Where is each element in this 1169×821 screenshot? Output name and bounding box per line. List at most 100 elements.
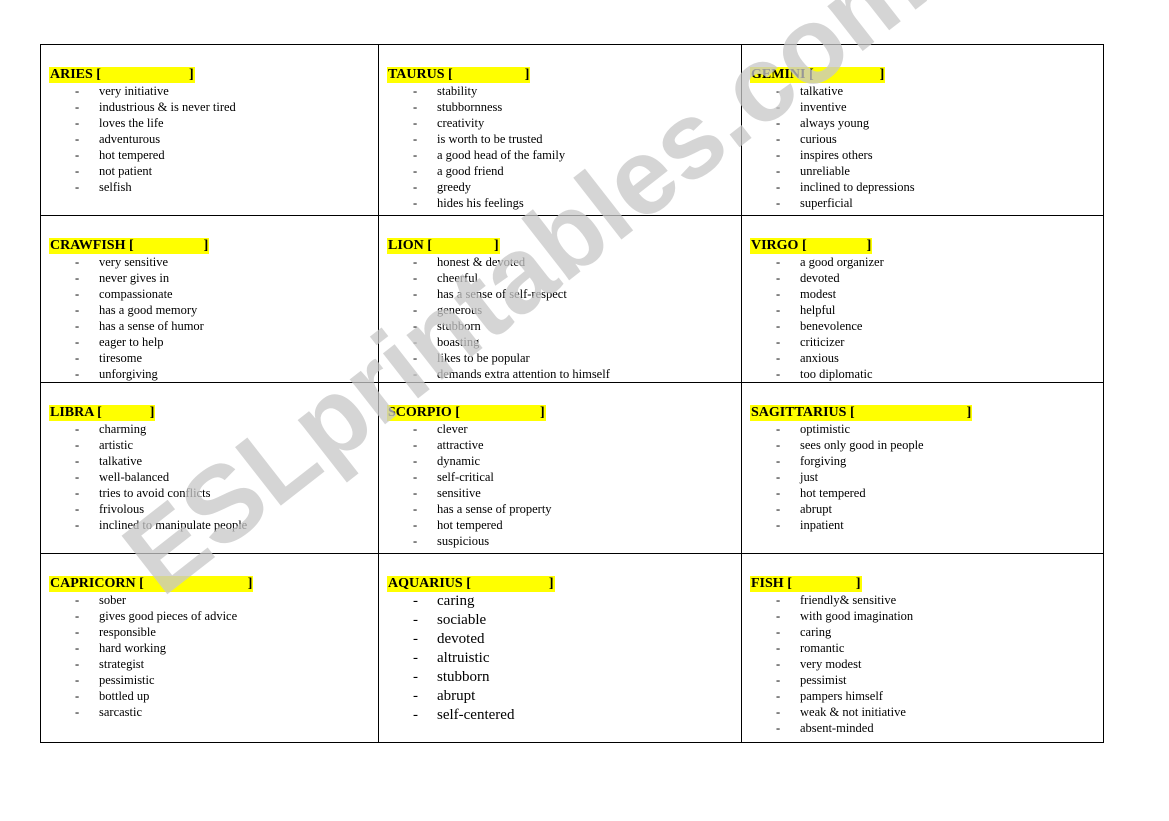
- dash-bullet: -: [413, 367, 418, 381]
- dash-bullet: -: [75, 271, 80, 285]
- dash-bullet: -: [776, 271, 781, 285]
- dash-bullet: -: [75, 657, 80, 671]
- trait-item: - weak & not initiative: [750, 704, 1103, 720]
- trait-text: generous: [437, 303, 483, 317]
- trait-text: self-critical: [437, 470, 494, 484]
- trait-text: hot tempered: [99, 148, 165, 162]
- dash-bullet: -: [413, 688, 418, 704]
- trait-item: - dynamic: [387, 453, 741, 469]
- sign-name: LION: [388, 238, 424, 253]
- dash-bullet: -: [776, 303, 781, 317]
- sign-title: FISH []: [750, 576, 862, 592]
- trait-text: pessimist: [800, 673, 847, 687]
- trait-item: - loves the life: [49, 115, 378, 131]
- sign-cell: TAURUS [] - stability - stubbornness - creativ…: [378, 44, 742, 216]
- dash-bullet: -: [776, 502, 781, 516]
- dash-bullet: -: [776, 438, 781, 452]
- dash-bullet: -: [75, 486, 80, 500]
- trait-item: - greedy: [387, 179, 741, 195]
- dash-bullet: -: [413, 255, 418, 269]
- trait-text: altruistic: [437, 650, 490, 666]
- trait-list: - stability - stubbornness - creativity - is wo…: [387, 83, 741, 211]
- dash-bullet: -: [413, 707, 418, 723]
- trait-item: - friendly& sensitive: [750, 592, 1103, 608]
- trait-text: loves the life: [99, 116, 164, 130]
- dash-bullet: -: [413, 470, 418, 484]
- dash-bullet: -: [75, 335, 80, 349]
- trait-item: - with good imagination: [750, 608, 1103, 624]
- sign-name: TAURUS: [388, 67, 445, 82]
- sign-name: SCORPIO: [388, 405, 452, 420]
- trait-item: - abrupt: [387, 687, 741, 706]
- trait-item: - anxious: [750, 350, 1103, 366]
- trait-text: suspicious: [437, 534, 490, 548]
- trait-item: - just: [750, 469, 1103, 485]
- trait-item: - not patient: [49, 163, 378, 179]
- sign-cell: VIRGO [] - a good organizer - devoted - modest…: [741, 215, 1104, 383]
- dash-bullet: -: [413, 148, 418, 162]
- trait-text: devoted: [800, 271, 840, 285]
- trait-item: - stubbornness: [387, 99, 741, 115]
- dash-bullet: -: [413, 287, 418, 301]
- dash-bullet: -: [776, 705, 781, 719]
- trait-text: selfish: [99, 180, 132, 194]
- trait-list: - very initiative - industrious & is never …: [49, 83, 378, 195]
- trait-text: pessimistic: [99, 673, 155, 687]
- trait-item: - stubborn: [387, 668, 741, 687]
- trait-text: bottled up: [99, 689, 150, 703]
- trait-text: clever: [437, 422, 468, 436]
- trait-item: - forgiving: [750, 453, 1103, 469]
- trait-item: - inpatient: [750, 517, 1103, 533]
- sign-title: LION []: [387, 238, 500, 254]
- trait-text: artistic: [99, 438, 134, 452]
- dash-bullet: -: [75, 673, 80, 687]
- dash-bullet: -: [75, 470, 80, 484]
- dash-bullet: -: [413, 319, 418, 333]
- dash-bullet: -: [776, 593, 781, 607]
- sign-title: SAGITTARIUS []: [750, 405, 973, 421]
- trait-item: - strategist: [49, 656, 378, 672]
- dash-bullet: -: [413, 631, 418, 647]
- trait-item: - modest: [750, 286, 1103, 302]
- trait-text: a good organizer: [800, 255, 884, 269]
- trait-text: absent-minded: [800, 721, 874, 735]
- trait-text: gives good pieces of advice: [99, 609, 238, 623]
- dash-bullet: -: [75, 518, 80, 532]
- trait-item: - criticizer: [750, 334, 1103, 350]
- sign-name: LIBRA: [50, 405, 94, 420]
- dash-bullet: -: [75, 132, 80, 146]
- trait-item: - very sensitive: [49, 254, 378, 270]
- trait-text: anxious: [800, 351, 839, 365]
- dash-bullet: -: [75, 116, 80, 130]
- trait-text: superficial: [800, 196, 853, 210]
- dash-bullet: -: [776, 335, 781, 349]
- dash-bullet: -: [776, 196, 781, 210]
- trait-text: unreliable: [800, 164, 850, 178]
- trait-text: inclined to manipulate people: [99, 518, 248, 532]
- trait-item: - sarcastic: [49, 704, 378, 720]
- dash-bullet: -: [776, 721, 781, 735]
- trait-text: optimistic: [800, 422, 850, 436]
- trait-item: - boasting: [387, 334, 741, 350]
- dash-bullet: -: [413, 486, 418, 500]
- trait-item: - hot tempered: [387, 517, 741, 533]
- dash-bullet: -: [75, 609, 80, 623]
- trait-text: pampers himself: [800, 689, 883, 703]
- dash-bullet: -: [776, 180, 781, 194]
- trait-text: devoted: [437, 631, 485, 647]
- trait-text: always young: [800, 116, 870, 130]
- sign-cell: CAPRICORN [] - sober - gives good pieces of …: [40, 553, 379, 743]
- trait-text: tiresome: [99, 351, 143, 365]
- trait-item: - very initiative: [49, 83, 378, 99]
- zodiac-table: ARIES [] - very initiative - industrious & i…: [40, 44, 1104, 743]
- trait-text: has a good memory: [99, 303, 198, 317]
- dash-bullet: -: [413, 593, 418, 609]
- sign-title: CAPRICORN []: [49, 576, 254, 592]
- dash-bullet: -: [776, 518, 781, 532]
- trait-text: benevolence: [800, 319, 863, 333]
- dash-bullet: -: [75, 705, 80, 719]
- trait-text: frivolous: [99, 502, 145, 516]
- trait-text: hot tempered: [437, 518, 503, 532]
- dash-bullet: -: [776, 100, 781, 114]
- trait-text: likes to be popular: [437, 351, 530, 365]
